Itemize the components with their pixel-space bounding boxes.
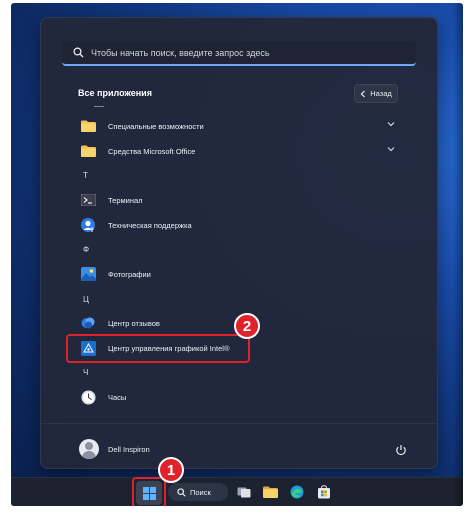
search-icon	[69, 44, 87, 62]
app-photos[interactable]: Фотографии	[71, 264, 405, 284]
power-icon	[396, 445, 406, 456]
svg-text:?: ?	[91, 227, 95, 233]
clock-icon	[80, 389, 96, 405]
letter-header-ch[interactable]: Ч	[83, 368, 88, 377]
app-label: Фотографии	[108, 269, 151, 279]
taskbar-search[interactable]: Поиск	[168, 483, 228, 501]
folder-icon	[80, 143, 96, 159]
taskbar-search-label: Поиск	[190, 487, 211, 497]
app-label: Часы	[108, 392, 127, 402]
user-name: Dell Inspiron	[108, 444, 150, 454]
back-button-label: Назад	[370, 89, 392, 98]
desktop: Чтобы начать поиск, введите запрос здесь…	[11, 3, 463, 506]
letter-header-f[interactable]: Ф	[83, 245, 89, 254]
store-icon	[318, 485, 330, 499]
annotation-badge-1: 1	[158, 457, 184, 483]
chevron-down-icon	[387, 147, 395, 152]
app-terminal[interactable]: Терминал	[71, 190, 405, 210]
feedback-hub-icon	[80, 315, 96, 331]
footer-divider	[41, 423, 437, 424]
search-input[interactable]: Чтобы начать поиск, введите запрос здесь	[62, 41, 416, 66]
task-view-icon	[237, 487, 251, 498]
folder-accessibility[interactable]: Специальные возможности	[71, 116, 405, 136]
app-label: Средства Microsoft Office	[108, 146, 196, 156]
edge-browser-button[interactable]	[288, 483, 306, 501]
search-icon	[177, 487, 186, 497]
store-button[interactable]	[315, 483, 333, 501]
app-label: Техническая поддержка	[108, 220, 192, 230]
app-support[interactable]: ? Техническая поддержка	[71, 215, 405, 235]
edge-icon	[290, 485, 304, 499]
folder-icon	[80, 118, 96, 134]
power-button[interactable]	[392, 441, 410, 459]
app-label: Терминал	[108, 195, 143, 205]
user-account-button[interactable]: Dell Inspiron	[71, 437, 150, 461]
back-button[interactable]: Назад	[354, 84, 398, 103]
folder-icon	[262, 486, 278, 498]
all-apps-title: Все приложения	[78, 88, 152, 98]
chevron-down-icon	[387, 122, 395, 127]
terminal-icon	[80, 192, 96, 208]
letter-header-t[interactable]: Т	[83, 171, 88, 180]
annotation-badge-2: 2	[234, 313, 260, 339]
highlight-box	[66, 334, 250, 363]
folder-office-tools[interactable]: Средства Microsoft Office	[71, 141, 405, 161]
list-divider	[94, 106, 104, 107]
chevron-left-icon	[360, 90, 366, 97]
start-highlight-box	[132, 477, 166, 506]
app-clock[interactable]: Часы	[71, 387, 405, 407]
start-menu: Чтобы начать поиск, введите запрос здесь…	[40, 17, 438, 469]
support-icon: ?	[80, 217, 96, 233]
app-label: Специальные возможности	[108, 121, 204, 131]
photos-icon	[80, 266, 96, 282]
app-label: Центр отзывов	[108, 318, 160, 328]
search-placeholder: Чтобы начать поиск, введите запрос здесь	[91, 47, 270, 58]
file-explorer-button[interactable]	[261, 483, 279, 501]
task-view-button[interactable]	[235, 483, 253, 501]
letter-header-ts[interactable]: Ц	[83, 295, 89, 304]
taskbar: Поиск	[11, 477, 463, 506]
avatar	[79, 439, 99, 459]
